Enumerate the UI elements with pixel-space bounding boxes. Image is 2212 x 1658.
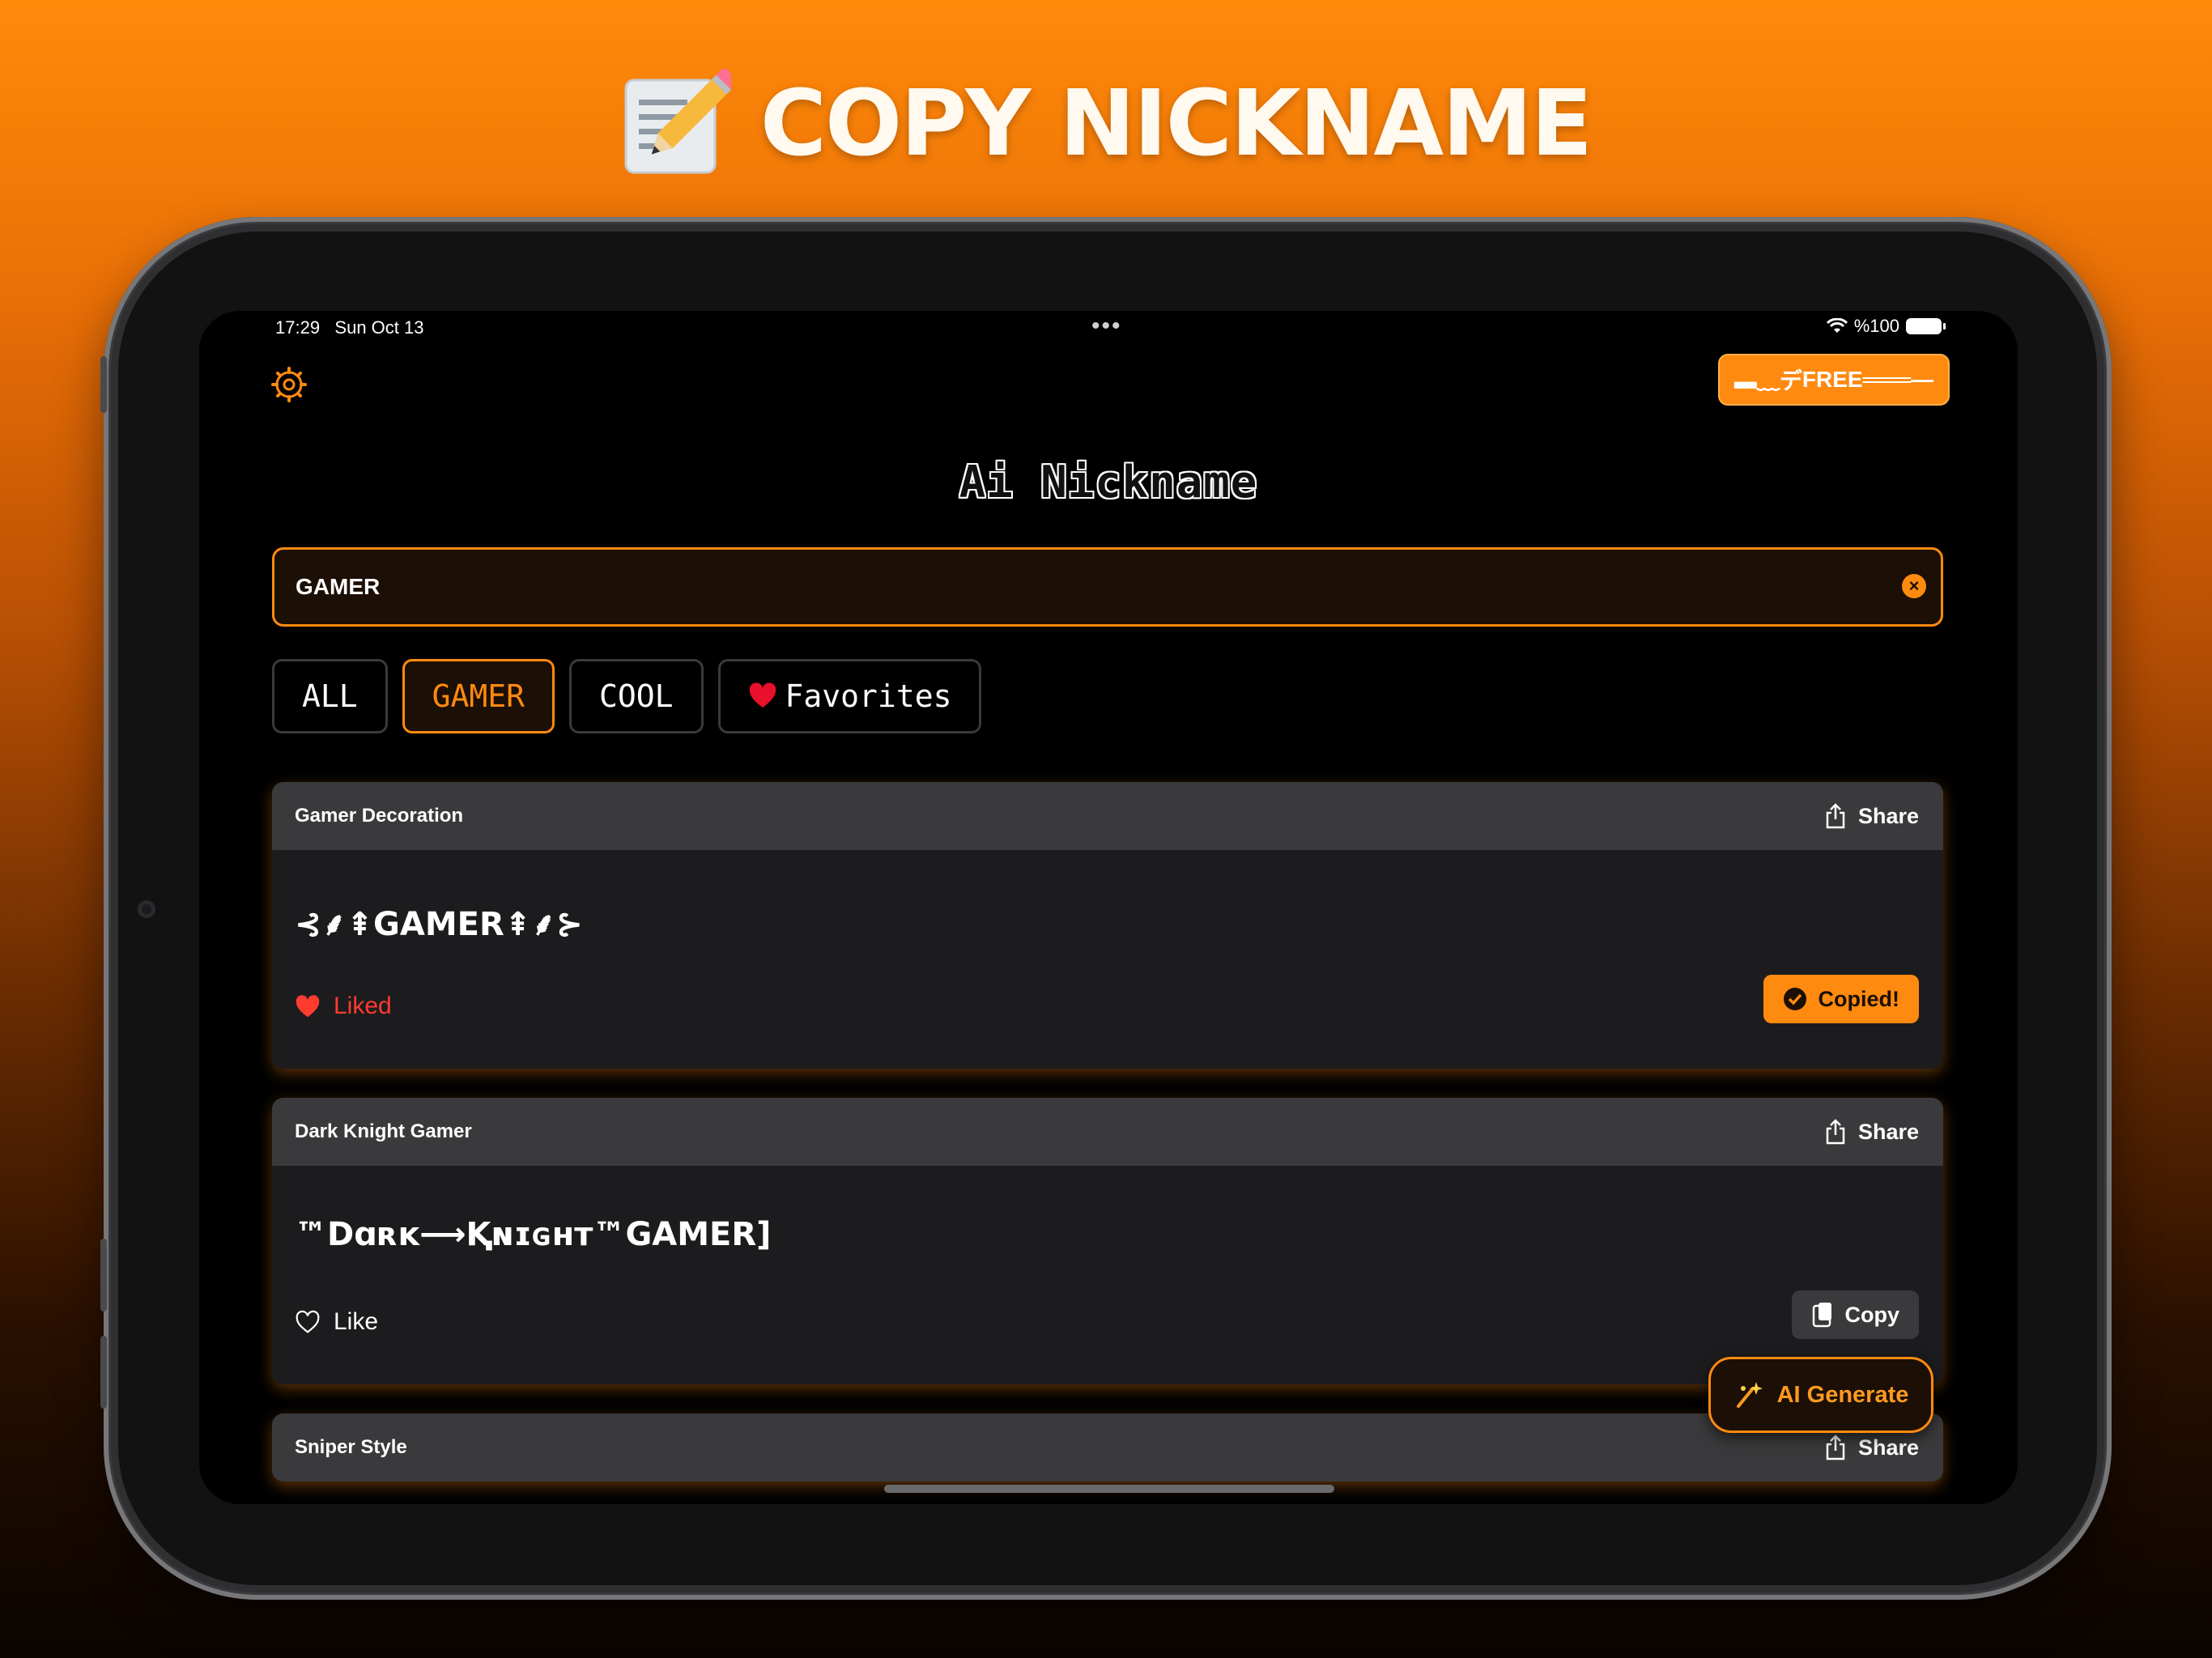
wifi-icon [1826,318,1848,333]
clear-search-icon[interactable]: × [1902,574,1926,598]
multitasking-dots[interactable]: ••• [1091,312,1122,340]
search-input[interactable] [296,550,1834,624]
category-tabs: ALL GAMER COOL Favorites [272,659,982,733]
side-button [100,1239,107,1312]
card-body: ⊰⸙⇞GAMER⇞⸙⊱ Liked Copied! [272,850,1943,1069]
ai-generate-button[interactable]: AI Generate [1708,1357,1933,1433]
heart-filled-icon [296,995,320,1018]
nickname-text[interactable]: ™Dɑʀᴋ⟶Ⱪɴɪɢʜᴛ™GAMER] [295,1216,771,1253]
share-button[interactable]: Share [1824,1435,1919,1460]
tab-gamer[interactable]: GAMER [402,659,555,733]
side-button [100,1336,107,1409]
nickname-card: Dark Knight Gamer Share ™Dɑʀᴋ⟶Ⱪɴɪɢʜᴛ™GAM… [272,1098,1943,1384]
share-button[interactable]: Share [1824,1119,1919,1145]
card-header: Gamer Decoration Share [272,782,1943,850]
front-camera [138,900,155,918]
tab-favorites[interactable]: Favorites [717,659,982,733]
share-icon [1826,1435,1845,1460]
status-indicators: %100 [1826,316,1946,337]
sparkle-wand-icon [1736,1382,1763,1408]
nickname-text[interactable]: ⊰⸙⇞GAMER⇞⸙⊱ [295,900,583,945]
heart-icon [749,682,776,708]
search-field[interactable]: × [272,547,1943,627]
like-button[interactable]: Liked [295,993,392,1020]
status-time: 17:29 Sun Oct 13 [275,317,424,338]
share-icon [1826,803,1845,829]
free-label: FREE [1802,367,1863,392]
free-premium-button[interactable]: ▬﹏デ FREE ═══— [1718,354,1950,406]
app-title: Ai Nickname [959,457,1258,508]
like-button[interactable]: Like [295,1308,378,1336]
app-screen: 17:29 Sun Oct 13 ••• %100 ▬﹏デ FREE ═══— [199,311,2018,1504]
hero-banner: COPY NICKNAME [0,63,2212,185]
heart-outline-icon [296,1310,320,1333]
checkmark-circle-icon [1783,988,1806,1010]
card-header: Sniper Style Share [272,1414,1943,1482]
nickname-card: Gamer Decoration Share ⊰⸙⇞GAMER⇞⸙⊱ Liked… [272,782,1943,1069]
share-button[interactable]: Share [1824,803,1919,829]
memo-pencil-icon [624,69,731,174]
clipboard-icon [1812,1303,1831,1328]
card-title: Dark Knight Gamer [295,1120,472,1142]
volume-button [100,356,107,413]
settings-gear-icon[interactable] [270,366,308,403]
nickname-list: Gamer Decoration Share ⊰⸙⇞GAMER⇞⸙⊱ Liked… [272,782,1943,1504]
card-header: Dark Knight Gamer Share [272,1098,1943,1166]
card-body: ™Dɑʀᴋ⟶Ⱪɴɪɢʜᴛ™GAMER] Like Copy [272,1166,1943,1384]
share-icon [1826,1119,1845,1145]
battery-percent: %100 [1853,316,1899,336]
nickname-card: Sniper Style Share [272,1414,1943,1482]
card-title: Sniper Style [295,1436,407,1458]
copy-button[interactable]: Copied! [1763,975,1919,1023]
status-bar: 17:29 Sun Oct 13 ••• %100 [199,311,2018,343]
hero-title: COPY NICKNAME [759,71,1593,176]
copy-button[interactable]: Copy [1791,1290,1919,1339]
card-title: Gamer Decoration [295,805,464,827]
tab-cool[interactable]: COOL [569,659,704,733]
tab-all[interactable]: ALL [272,659,388,733]
battery-icon [1906,318,1946,334]
home-indicator[interactable] [884,1485,1334,1493]
